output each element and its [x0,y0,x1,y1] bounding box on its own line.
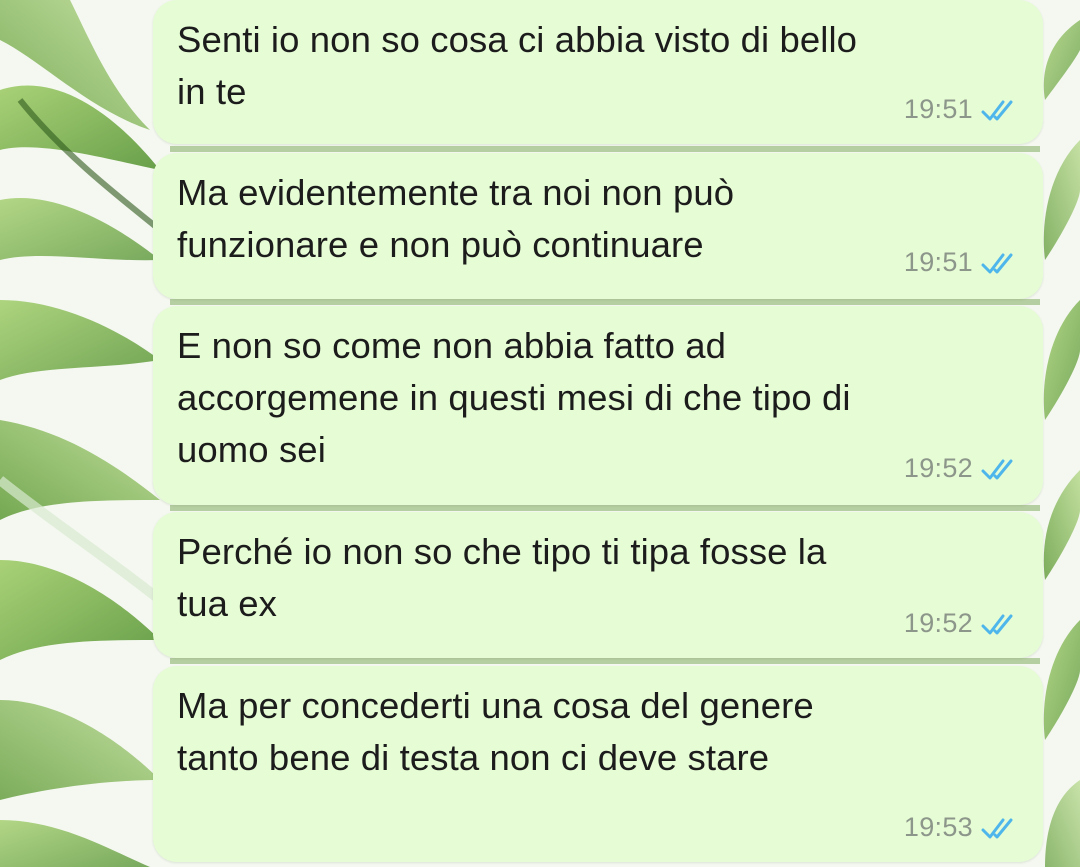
message-time: 19:53 [903,812,973,842]
message-meta: 19:51 [904,247,1021,278]
message-bubble[interactable]: Senti io non so cosa ci abbia visto di b… [153,0,1043,144]
message-bubble[interactable]: Ma evidentemente tra noi non può funzion… [153,153,1043,299]
message-time: 19:52 [903,453,973,483]
message-text: Perché io non so che tipo ti tipa fosse … [177,526,1003,630]
message-line: tua ex [177,583,278,624]
message-text: Ma per concederti una cosa del genere ta… [177,680,1003,784]
double-check-read-icon [981,100,1013,120]
message-time: 19:51 [903,94,973,124]
double-check-read-icon [981,459,1013,479]
message-bubble[interactable]: E non so come non abbia fatto ad accorge… [153,306,1043,505]
message-bubble[interactable]: Perché io non so che tipo ti tipa fosse … [153,512,1043,658]
message-text: Senti io non so cosa ci abbia visto di b… [177,14,1003,118]
chat-message-list[interactable]: Senti io non so cosa ci abbia visto di b… [0,0,1080,867]
message-line: Ma evidentemente tra noi non può [177,172,735,213]
message-line: E non so come non abbia fatto ad [177,325,727,366]
message-line: funzionare e non può continuare [177,224,704,265]
message-line: in te [177,71,247,112]
message-meta: 19:52 [904,453,1021,484]
message-line: uomo sei [177,429,326,470]
message-meta: 19:51 [904,94,1021,125]
message-text: E non so come non abbia fatto ad accorge… [177,320,1003,476]
message-time: 19:52 [903,608,973,638]
message-time: 19:51 [903,247,973,277]
message-line: accorgemene in questi mesi di che tipo d… [177,377,851,418]
double-check-read-icon [981,614,1013,634]
message-meta: 19:53 [904,812,1021,843]
message-line: tanto bene di testa non ci deve stare [177,737,770,778]
message-text: Ma evidentemente tra noi non può funzion… [177,167,1003,271]
message-line: Senti io non so cosa ci abbia visto di b… [177,19,858,60]
message-meta: 19:52 [904,608,1021,639]
message-line: Ma per concederti una cosa del genere [177,685,814,726]
double-check-read-icon [981,253,1013,273]
message-bubble[interactable]: Ma per concederti una cosa del genere ta… [153,666,1043,862]
message-line: Perché io non so che tipo ti tipa fosse … [177,531,827,572]
double-check-read-icon [981,818,1013,838]
